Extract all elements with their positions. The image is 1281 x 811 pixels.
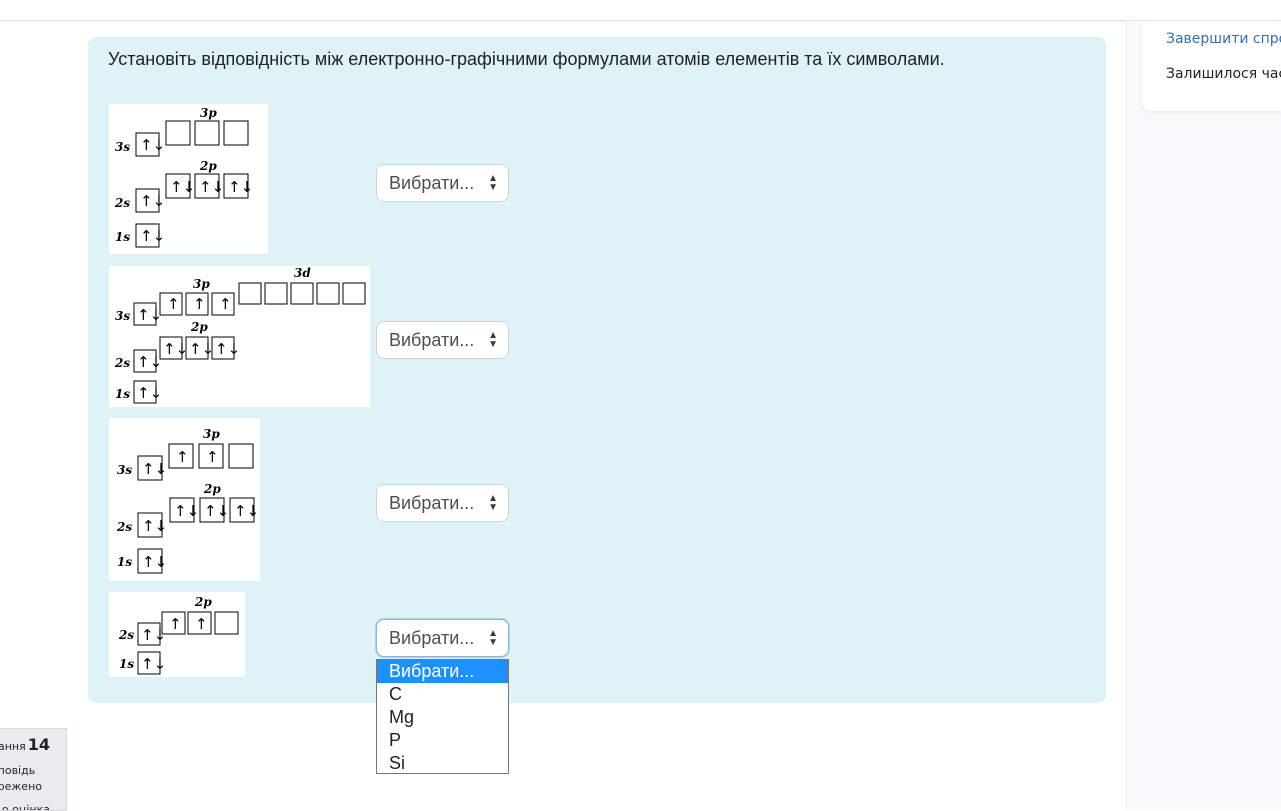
orbital-label-3s: 3s bbox=[115, 140, 130, 154]
answer-select-1[interactable]: Вибрати... ▲ ▼ bbox=[376, 164, 509, 202]
orbital-diagram-1: 3p 3s ↑↓ 2p ↑↓ ↑↓ ↑↓ 2s ↑↓ 1s ↑↓ bbox=[109, 104, 268, 254]
select-caret-icon: ▲ ▼ bbox=[488, 330, 498, 350]
finish-attempt-link[interactable]: Завершити спроб bbox=[1166, 31, 1281, 47]
orbital-label-3s: 3s bbox=[117, 463, 132, 477]
svg-text:↑↓: ↑↓ bbox=[140, 192, 165, 210]
orbital-diagram-2: 3d 3p ↑ ↑ ↑ 3s ↑↓ 2p ↑↓ ↑↓ ↑↓ 2s ↑↓ 1s ↑… bbox=[109, 266, 370, 407]
svg-text:↑↓: ↑↓ bbox=[141, 655, 166, 673]
orbital-label-3p: 3p bbox=[193, 277, 210, 291]
right-sidebar bbox=[1126, 21, 1281, 809]
svg-text:↑↓: ↑↓ bbox=[137, 353, 162, 371]
orbital-label-1s: 1s bbox=[115, 230, 130, 244]
svg-text:↑↓: ↑↓ bbox=[163, 340, 188, 358]
svg-text:↑: ↑ bbox=[167, 295, 180, 313]
svg-text:↑↓: ↑↓ bbox=[189, 340, 214, 358]
orbital-label-1s: 1s bbox=[119, 657, 134, 671]
orbital-label-3p: 3p bbox=[203, 427, 220, 441]
answer-select-3[interactable]: Вибрати... ▲ ▼ bbox=[376, 484, 509, 522]
question-state: повідь режено bbox=[0, 764, 42, 793]
answer-select-value: Вибрати... bbox=[389, 493, 475, 513]
select-dropdown-list: Вибрати... C Mg P Si bbox=[376, 659, 509, 774]
question-number: ання 14 bbox=[0, 735, 50, 754]
question-info-panel: ання 14 повідь режено о оцінка bbox=[0, 728, 67, 811]
orbital-diagram-4: 2p ↑ ↑ 2s ↑↓ 1s ↑↓ bbox=[109, 592, 245, 677]
svg-text:↑↓: ↑↓ bbox=[137, 384, 162, 402]
orbital-diagram-3: 3p ↑ ↑ 3s ↑↓ 2p ↑↓ ↑↓ ↑↓ 2s ↑↓ 1s ↑↓ bbox=[109, 418, 260, 581]
orbital-label-2s: 2s bbox=[114, 356, 130, 370]
svg-text:↑↓: ↑↓ bbox=[228, 178, 253, 196]
dropdown-option[interactable]: P bbox=[377, 729, 508, 752]
orbital-label-3d: 3d bbox=[294, 266, 311, 280]
quiz-navigation-card: Завершити спроб Залишилося час bbox=[1142, 21, 1281, 111]
svg-text:↑↓: ↑↓ bbox=[142, 460, 167, 478]
svg-text:↑↓: ↑↓ bbox=[215, 340, 240, 358]
orbital-label-1s: 1s bbox=[115, 387, 130, 401]
question-text: Установіть відповідність між електронно-… bbox=[108, 49, 945, 69]
time-left-label: Залишилося час bbox=[1166, 66, 1281, 82]
orbital-label-2s: 2s bbox=[118, 628, 134, 642]
svg-text:↑↓: ↑↓ bbox=[170, 178, 195, 196]
dropdown-option[interactable]: Вибрати... bbox=[377, 660, 508, 683]
svg-text:↑↓: ↑↓ bbox=[199, 178, 224, 196]
select-caret-icon: ▲ ▼ bbox=[488, 173, 498, 193]
svg-text:↑: ↑ bbox=[193, 295, 206, 313]
question-formulation: Установіть відповідність між електронно-… bbox=[88, 37, 1106, 703]
orbital-label-2s: 2s bbox=[116, 520, 132, 534]
answer-select-2[interactable]: Вибрати... ▲ ▼ bbox=[376, 321, 509, 359]
top-navbar bbox=[0, 0, 1281, 21]
svg-text:↑↓: ↑↓ bbox=[142, 553, 167, 571]
svg-text:↑↓: ↑↓ bbox=[234, 502, 259, 520]
svg-text:↑↓: ↑↓ bbox=[141, 626, 166, 644]
svg-text:↑↓: ↑↓ bbox=[204, 502, 229, 520]
orbital-label-2p: 2p bbox=[190, 320, 208, 334]
answer-select-4[interactable]: Вибрати... ▲ ▼ bbox=[376, 619, 509, 657]
select-caret-icon: ▲ ▼ bbox=[488, 493, 498, 513]
orbital-label-2s: 2s bbox=[114, 196, 130, 210]
svg-text:↑: ↑ bbox=[206, 448, 219, 466]
svg-text:↑: ↑ bbox=[195, 615, 208, 633]
svg-text:↑↓: ↑↓ bbox=[137, 306, 162, 324]
select-caret-icon: ▲ ▼ bbox=[488, 628, 498, 648]
orbital-label-2p: 2p bbox=[199, 159, 217, 173]
answer-select-value: Вибрати... bbox=[389, 628, 475, 648]
question-grade: о оцінка bbox=[1, 803, 50, 811]
orbital-label-2p: 2p bbox=[203, 482, 221, 496]
svg-text:↑: ↑ bbox=[169, 615, 182, 633]
orbital-label-3s: 3s bbox=[115, 309, 130, 323]
orbital-label-2p: 2p bbox=[194, 595, 212, 609]
dropdown-option[interactable]: Mg bbox=[377, 706, 508, 729]
svg-text:↑↓: ↑↓ bbox=[140, 136, 165, 154]
svg-text:↑: ↑ bbox=[219, 295, 232, 313]
svg-text:↑↓: ↑↓ bbox=[174, 502, 199, 520]
orbital-label-3p: 3p bbox=[200, 106, 217, 120]
dropdown-option[interactable]: Si bbox=[377, 752, 508, 775]
answer-select-value: Вибрати... bbox=[389, 330, 475, 350]
dropdown-option[interactable]: C bbox=[377, 683, 508, 706]
orbital-label-1s: 1s bbox=[117, 555, 132, 569]
svg-text:↑↓: ↑↓ bbox=[140, 227, 165, 245]
svg-text:↑↓: ↑↓ bbox=[142, 517, 167, 535]
answer-select-value: Вибрати... bbox=[389, 173, 475, 193]
svg-text:↑: ↑ bbox=[176, 448, 189, 466]
